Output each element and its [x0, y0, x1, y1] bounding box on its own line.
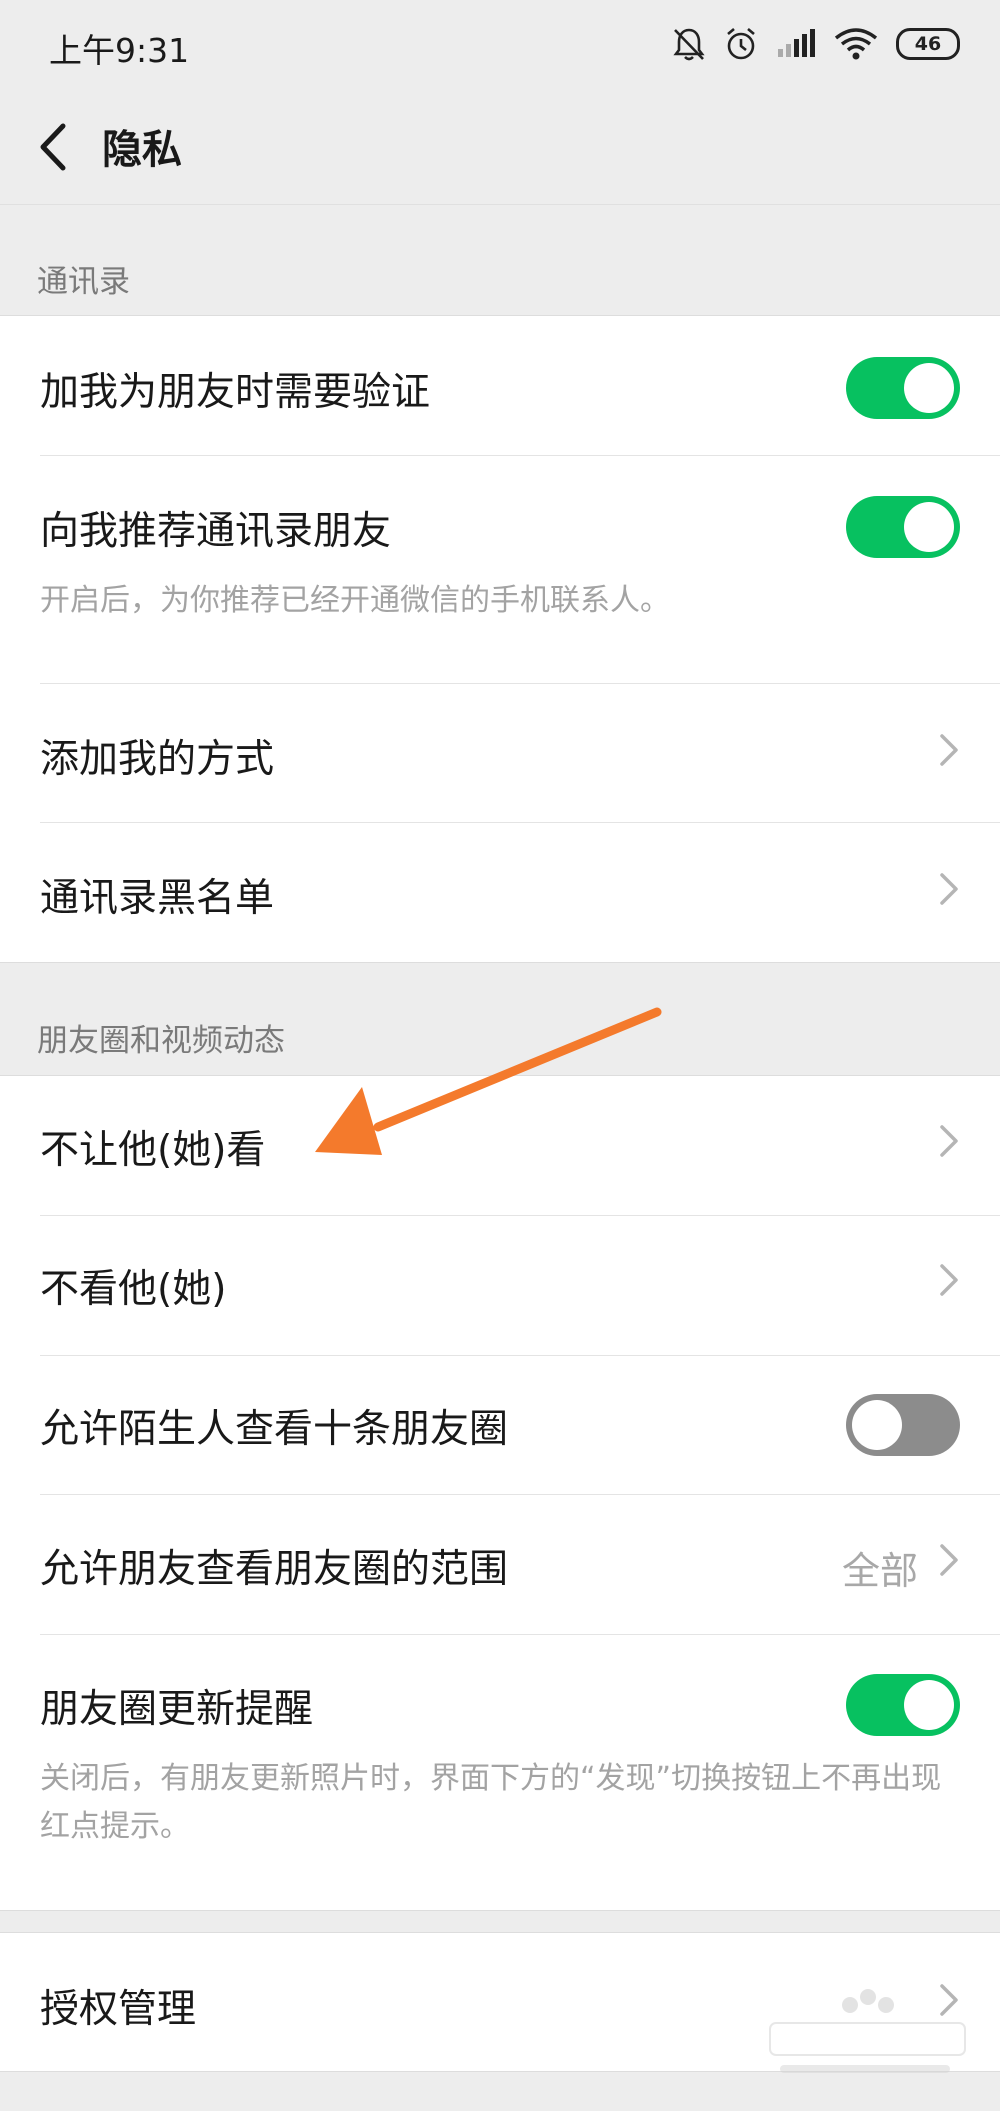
alarm-icon	[727, 28, 755, 60]
chevron-right-icon	[940, 873, 958, 905]
toggle-knob	[852, 1400, 902, 1450]
toggle-knob	[904, 363, 954, 413]
divider	[40, 1494, 1000, 1495]
contacts-card: 加我为朋友时需要验证 向我推荐通讯录朋友 开启后，为你推荐已经开通微信的手机联系…	[0, 315, 1000, 963]
toggle-knob	[904, 502, 954, 552]
divider	[40, 1355, 1000, 1356]
wifi-icon	[834, 28, 878, 60]
status-icons: 46	[672, 24, 960, 64]
toggle-add-verify[interactable]	[846, 357, 960, 419]
list-item-hide-moments[interactable]: 不看他(她)	[40, 1258, 226, 1314]
list-item-recommend-contacts: 向我推荐通讯录朋友	[40, 509, 392, 554]
baidu-jingyan-watermark-icon	[769, 1989, 966, 2073]
toggle-update-reminder[interactable]	[846, 1674, 960, 1736]
mute-bell-icon	[673, 28, 705, 61]
toggle-knob	[904, 1680, 954, 1730]
moments-card: 不让他(她)看 不看他(她) 允许陌生人查看十条朋友圈 允许朋友查看朋友圈的范围…	[0, 1075, 1000, 1911]
list-item-add-methods[interactable]: 添加我的方式	[40, 728, 274, 784]
divider	[40, 1215, 1000, 1216]
toggle-recommend-contacts[interactable]	[846, 496, 960, 558]
view-range-value: 全部	[841, 1549, 918, 1593]
update-reminder-description: 关闭后，有朋友更新照片时，界面下方的“发现”切换按钮上不再出现红点提示。	[40, 1761, 942, 1844]
list-item-blacklist[interactable]: 通讯录黑名单	[40, 867, 274, 923]
toggle-stranger-view[interactable]	[846, 1394, 960, 1456]
divider	[40, 1634, 1000, 1635]
divider	[40, 822, 1000, 823]
chevron-right-icon	[940, 1125, 958, 1157]
chevron-right-icon	[940, 734, 958, 766]
list-item-update-reminder: 朋友圈更新提醒	[40, 1687, 314, 1732]
list-item-auth-management[interactable]: 授权管理	[40, 1978, 196, 2034]
status-bar: 上午9:31 46	[0, 0, 1000, 90]
status-time: 上午9:31	[49, 31, 190, 70]
page-title: 隐私	[102, 127, 182, 173]
section-label-contacts: 通讯录	[37, 264, 130, 300]
back-chevron-icon[interactable]	[33, 120, 73, 174]
divider	[40, 683, 1000, 684]
chevron-right-icon	[940, 1544, 958, 1576]
chevron-right-icon	[940, 1264, 958, 1296]
signal-icon	[778, 29, 815, 57]
divider	[40, 455, 1000, 456]
list-item-hide-from[interactable]: 不让他(她)看	[40, 1119, 265, 1175]
list-item-view-range[interactable]: 允许朋友查看朋友圈的范围	[40, 1538, 508, 1594]
battery-icon: 46	[896, 28, 960, 60]
recommend-contacts-description: 开启后，为你推荐已经开通微信的手机联系人。	[40, 583, 670, 618]
section-label-moments: 朋友圈和视频动态	[37, 1023, 285, 1059]
list-item-stranger-view: 允许陌生人查看十条朋友圈	[40, 1407, 509, 1452]
list-item-add-verify: 加我为朋友时需要验证	[40, 370, 431, 415]
